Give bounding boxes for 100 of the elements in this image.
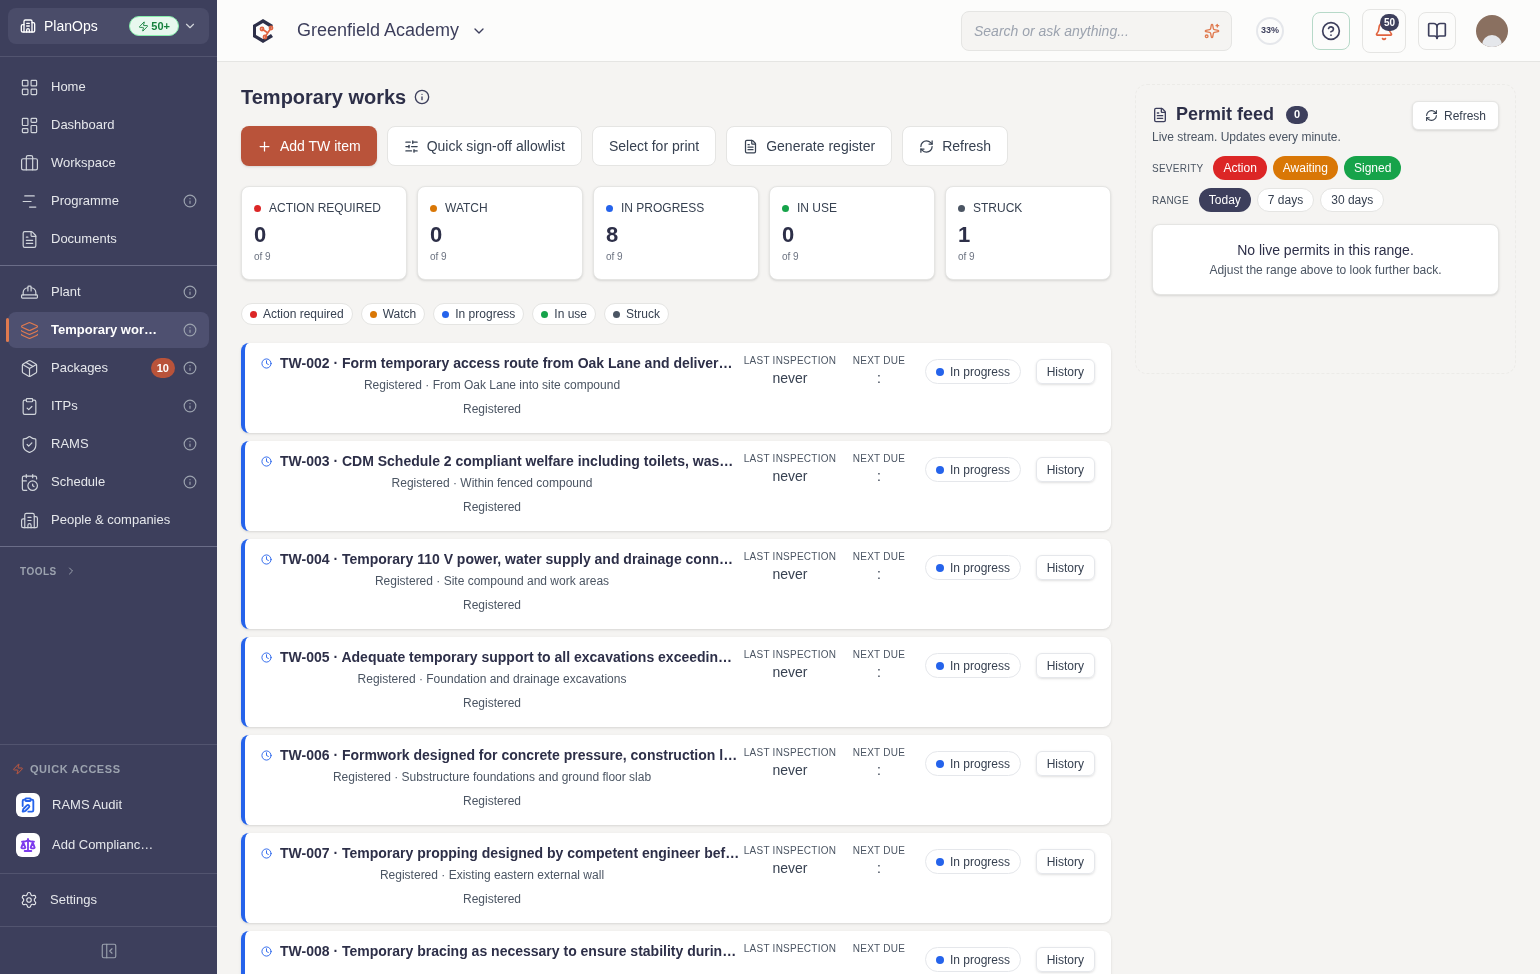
sidebar-item[interactable]: Temporary wor…: [8, 312, 209, 348]
info-icon[interactable]: [183, 475, 197, 489]
history-button[interactable]: History: [1035, 555, 1095, 580]
temporary-works-card[interactable]: TW-002 · Form temporary access route from Oak Lane and deliver… Registered · From Oak Lane into site compound Registered LAST INSPECTION never NEXT DUE : In progress History: [241, 343, 1111, 433]
sidebar-item[interactable]: Home: [8, 69, 209, 105]
info-icon[interactable]: [183, 194, 197, 208]
sidebar-item[interactable]: Packages 10: [8, 350, 209, 386]
next-due-value: :: [877, 369, 881, 388]
quick-access-item[interactable]: Add Complianc…: [0, 825, 217, 865]
project-selector[interactable]: Greenfield Academy: [297, 17, 488, 44]
stage-label: Registered: [463, 597, 521, 614]
sidebar-item[interactable]: RAMS: [8, 426, 209, 462]
temporary-works-card[interactable]: TW-004 · Temporary 110 V power, water supply and drainage conn… Registered · Site compound and work areas Registered LAST INSPECTION never NEXT DUE : In progress History: [241, 539, 1111, 629]
action-button[interactable]: Select for print: [591, 126, 717, 166]
card-title: TW-002 · Form temporary access route from Oak Lane and deliver…: [280, 354, 733, 373]
filter-chip[interactable]: Watch: [360, 303, 426, 325]
stat-label: IN PROGRESS: [621, 200, 705, 217]
temporary-works-card[interactable]: TW-006 · Formwork designed for concrete pressure, construction l… Registered · Substructure foundations and ground floor slab Registered LAST INSPECTION never NEXT DUE : In progress History: [241, 735, 1111, 825]
temporary-works-card[interactable]: TW-007 · Temporary propping designed by competent engineer bef… Registered · Existing eastern external wall Registered LAST INSPECTION never NEXT DUE : In progress History: [241, 833, 1111, 923]
column-label: NEXT DUE: [852, 354, 906, 368]
last-inspection-value: never: [772, 565, 808, 584]
severity-chip[interactable]: Action: [1213, 156, 1267, 180]
filter-chip[interactable]: In use: [532, 303, 596, 325]
stat-card[interactable]: WATCH 0 of 9: [417, 186, 583, 280]
box-icon: [20, 358, 39, 378]
empty-state-text: Adjust the range above to look further back.: [1209, 262, 1442, 279]
sidebar-item[interactable]: Workspace: [8, 145, 209, 181]
stat-label: ACTION REQUIRED: [269, 200, 381, 217]
refresh-button[interactable]: Refresh: [1411, 101, 1499, 130]
history-button[interactable]: History: [1035, 457, 1095, 482]
sidebar-item[interactable]: Plant: [8, 274, 209, 310]
card-subtitle: Registered · From Oak Lane into site compound: [363, 377, 621, 394]
organisation-switcher[interactable]: PlanOps 50+: [8, 8, 209, 44]
sparkle-icon[interactable]: [1204, 22, 1220, 39]
stat-card[interactable]: IN PROGRESS 8 of 9: [593, 186, 759, 280]
sidebar-item[interactable]: Settings: [0, 882, 217, 918]
stat-value: 0: [430, 221, 444, 249]
sidebar-item[interactable]: Programme: [8, 183, 209, 219]
sidebar-item[interactable]: ITPs: [8, 388, 209, 424]
history-button[interactable]: History: [1035, 947, 1095, 972]
stat-value: 8: [606, 221, 620, 249]
help-button[interactable]: [1312, 11, 1350, 50]
column-label: LAST INSPECTION: [743, 648, 837, 662]
next-due-value: :: [877, 565, 881, 584]
range-chip[interactable]: Today: [1198, 188, 1251, 212]
temporary-works-card[interactable]: TW-008 · Temporary bracing as necessary to ensure stability durin… LAST INSPECTION NEXT DUE In progress History: [241, 931, 1111, 974]
empty-state-title: No live permits in this range.: [1237, 241, 1414, 260]
credits-badge: 50+: [129, 16, 179, 36]
history-button[interactable]: History: [1035, 849, 1095, 874]
notifications-button[interactable]: 50: [1362, 8, 1406, 53]
layers-icon: [20, 320, 39, 340]
info-icon[interactable]: [183, 399, 197, 413]
sidebar-item[interactable]: Schedule: [8, 464, 209, 500]
info-icon[interactable]: [183, 285, 197, 299]
column-label: NEXT DUE: [852, 942, 906, 956]
filter-chip[interactable]: Struck: [604, 303, 670, 325]
column-label: LAST INSPECTION: [743, 844, 837, 858]
action-button[interactable]: Generate register: [726, 126, 893, 166]
column-label: NEXT DUE: [852, 648, 906, 662]
range-chip[interactable]: 7 days: [1256, 188, 1315, 212]
temporary-works-card[interactable]: TW-003 · CDM Schedule 2 compliant welfare including toilets, was… Registered · Within fenced compound Registered LAST INSPECTION never NEXT DUE : In progress History: [241, 441, 1111, 531]
column-label: LAST INSPECTION: [743, 942, 837, 956]
info-icon[interactable]: [183, 361, 197, 375]
quick-access-item[interactable]: RAMS Audit: [0, 785, 217, 825]
panel-subtitle: Live stream. Updates every minute.: [1152, 129, 1342, 146]
range-chip[interactable]: 30 days: [1320, 188, 1385, 212]
collapse-sidebar-icon[interactable]: [99, 941, 118, 960]
grid-icon: [20, 77, 39, 97]
avatar[interactable]: [1476, 14, 1508, 47]
history-button[interactable]: History: [1035, 751, 1095, 776]
filter-chip[interactable]: Action required: [241, 303, 353, 325]
temporary-works-card[interactable]: TW-005 · Adequate temporary support to all excavations exceedin… Registered · Foundation and drainage excavations Registered LAST INSPECTION never NEXT DUE : In progress History: [241, 637, 1111, 727]
history-button[interactable]: History: [1035, 359, 1095, 384]
tools-toggle[interactable]: TOOLS: [0, 555, 217, 587]
column-label: LAST INSPECTION: [743, 746, 837, 760]
sidebar-item[interactable]: Documents: [8, 221, 209, 257]
sidebar-item[interactable]: Dashboard: [8, 107, 209, 143]
card-subtitle: Registered · Existing eastern external wall: [379, 867, 605, 884]
card-subtitle: Registered · Substructure foundations and ground floor slab: [332, 769, 652, 786]
info-icon[interactable]: [414, 89, 431, 105]
guide-button[interactable]: [1418, 11, 1456, 50]
action-button[interactable]: Add TW item: [241, 126, 377, 166]
action-button[interactable]: Refresh: [902, 126, 1009, 166]
filter-label: SEVERITY: [1152, 161, 1204, 176]
stage-label: Registered: [463, 499, 521, 516]
filter-label: RANGE: [1152, 193, 1189, 208]
action-button[interactable]: Quick sign-off allowlist: [386, 126, 582, 166]
card-title: TW-007 · Temporary propping designed by competent engineer bef…: [280, 844, 740, 863]
stat-card[interactable]: ACTION REQUIRED 0 of 9: [241, 186, 407, 280]
stat-card[interactable]: STRUCK 1 of 9: [945, 186, 1111, 280]
search-field[interactable]: Search or ask anything...: [961, 10, 1232, 51]
stat-value: 0: [782, 221, 796, 249]
clock-icon: [261, 358, 272, 369]
info-icon[interactable]: [183, 437, 197, 451]
filter-chip[interactable]: In progress: [433, 303, 525, 325]
history-button[interactable]: History: [1035, 653, 1095, 678]
stat-card[interactable]: IN USE 0 of 9: [769, 186, 935, 280]
clock-icon: [261, 848, 272, 859]
count-badge: 10: [150, 358, 175, 378]
sidebar-item[interactable]: People & companies: [8, 502, 209, 538]
